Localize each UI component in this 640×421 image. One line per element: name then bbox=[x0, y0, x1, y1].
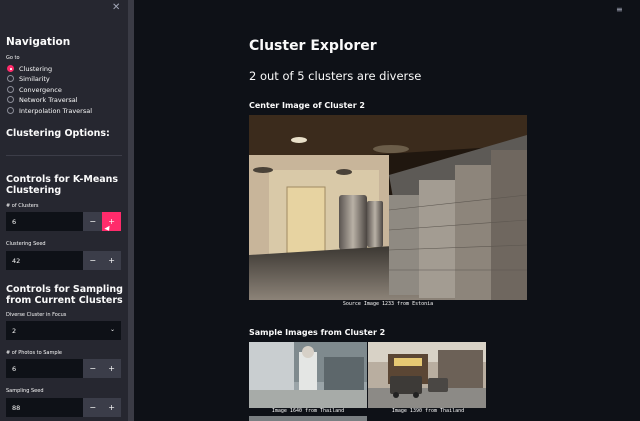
center-image-title: Center Image of Cluster 2 bbox=[249, 101, 365, 110]
page-title: Cluster Explorer bbox=[249, 38, 377, 54]
num-photos-stepper: 6 − + bbox=[6, 359, 121, 378]
sampling-seed-increment-button[interactable]: + bbox=[102, 398, 121, 417]
nav-radio-label: Convergence bbox=[19, 85, 62, 94]
center-image bbox=[249, 115, 527, 300]
num-photos-decrement-button[interactable]: − bbox=[83, 359, 103, 378]
nav-radio-similarity[interactable]: Similarity bbox=[7, 74, 50, 83]
sample-images-title: Sample Images from Cluster 2 bbox=[249, 328, 386, 337]
num-clusters-input[interactable]: 6 bbox=[6, 212, 84, 231]
app: ✕ Navigation Go to Clustering Similarity… bbox=[0, 0, 640, 421]
diverse-cluster-label: Diverse Cluster in Focus bbox=[6, 312, 67, 318]
sampling-seed-stepper: 88 − + bbox=[6, 398, 121, 417]
clustering-options-title: Clustering Options: bbox=[6, 128, 110, 139]
sampling-seed-input[interactable]: 88 bbox=[6, 398, 84, 417]
radio-icon bbox=[7, 96, 14, 103]
nav-radio-interpolation-traversal[interactable]: Interpolation Traversal bbox=[7, 106, 92, 115]
num-photos-label: # of Photos to Sample bbox=[6, 350, 63, 356]
num-photos-input[interactable]: 6 bbox=[6, 359, 84, 378]
clustering-seed-decrement-button[interactable]: − bbox=[83, 251, 103, 270]
navigation-title: Navigation bbox=[6, 36, 71, 48]
chevron-down-icon: ⌄ bbox=[109, 326, 115, 333]
radio-icon bbox=[7, 75, 14, 82]
radio-icon bbox=[7, 107, 14, 114]
nav-radio-label: Similarity bbox=[19, 74, 50, 83]
nav-radio-label: Network Traversal bbox=[19, 95, 78, 104]
close-sidebar-icon[interactable]: ✕ bbox=[112, 3, 120, 13]
clustering-seed-input[interactable]: 42 bbox=[6, 251, 84, 270]
sample-image-1-caption: Image 1640 from Thailand bbox=[271, 408, 345, 414]
nav-radio-clustering[interactable]: Clustering bbox=[7, 64, 52, 73]
num-clusters-decrement-button[interactable]: − bbox=[83, 212, 103, 231]
radio-icon bbox=[7, 86, 14, 93]
sample-image-2 bbox=[368, 342, 486, 408]
goto-label: Go to bbox=[6, 55, 20, 61]
sample-image-3-partial bbox=[249, 416, 367, 421]
nav-radio-network-traversal[interactable]: Network Traversal bbox=[7, 95, 78, 104]
sampling-controls-title: Controls for Sampling from Current Clust… bbox=[6, 284, 123, 306]
diverse-clusters-summary: 2 out of 5 clusters are diverse bbox=[249, 69, 422, 83]
kmeans-controls-title: Controls for K-Means Clustering bbox=[6, 174, 119, 196]
diverse-cluster-select[interactable]: 2 ⌄ bbox=[6, 321, 121, 340]
num-clusters-label: # of Clusters bbox=[6, 203, 39, 209]
hamburger-menu-icon[interactable]: ≡ bbox=[616, 5, 623, 14]
clustering-seed-stepper: 42 − + bbox=[6, 251, 121, 270]
clustering-seed-label: Clustering Seed bbox=[6, 241, 46, 247]
sampling-seed-label: Sampling Seed bbox=[6, 388, 44, 394]
sidebar-divider bbox=[6, 155, 122, 156]
sidebar-scrollbar[interactable] bbox=[128, 0, 134, 421]
clustering-seed-increment-button[interactable]: + bbox=[102, 251, 121, 270]
center-image-caption: Source Image 1233 from Estonia bbox=[342, 301, 434, 307]
nav-radio-convergence[interactable]: Convergence bbox=[7, 85, 62, 94]
nav-radio-label: Clustering bbox=[19, 64, 53, 73]
sample-image-2-caption: Image 1390 from Thailand bbox=[391, 408, 465, 414]
mouse-cursor-icon bbox=[104, 225, 112, 233]
sample-image-1 bbox=[249, 342, 367, 408]
num-photos-increment-button[interactable]: + bbox=[102, 359, 121, 378]
nav-radio-label: Interpolation Traversal bbox=[19, 106, 93, 115]
sampling-seed-decrement-button[interactable]: − bbox=[83, 398, 103, 417]
sidebar: ✕ Navigation Go to Clustering Similarity… bbox=[0, 0, 128, 421]
radio-selected-icon bbox=[7, 65, 14, 72]
diverse-cluster-value: 2 bbox=[12, 326, 17, 335]
